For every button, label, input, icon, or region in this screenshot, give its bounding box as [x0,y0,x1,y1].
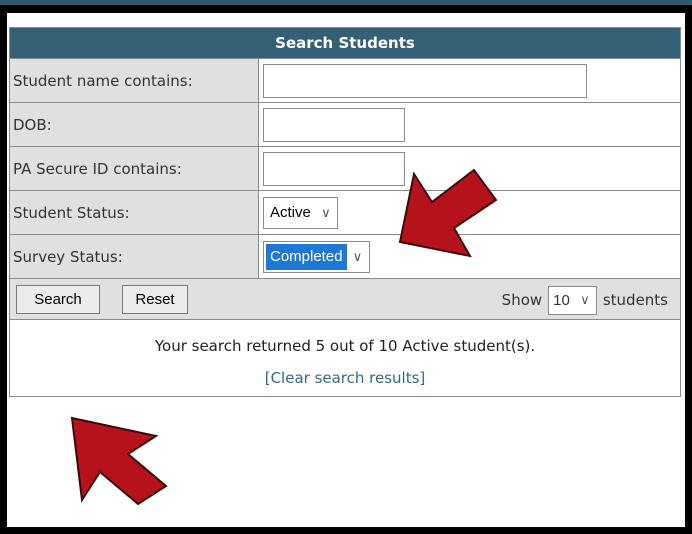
student-status-label: Student Status: [9,190,259,235]
student-status-value: Active [270,203,311,221]
chevron-down-icon: ∨ [352,248,363,264]
show-prefix: Show [501,291,543,309]
form-title: Search Students [9,27,681,59]
show-count-value: 10 [553,291,570,309]
dob-input[interactable] [263,107,405,142]
clear-search-results-link[interactable]: [Clear search results] [265,369,426,387]
chevron-down-icon: ∨ [321,204,331,220]
student-name-label: Student name contains: [9,58,259,103]
show-suffix: students [602,291,668,309]
survey-status-select[interactable]: Completed ∨ [263,240,370,273]
survey-status-label: Survey Status: [9,234,259,279]
dob-label: DOB: [9,102,259,147]
search-button[interactable]: Search [16,285,100,314]
student-name-input[interactable] [263,63,587,98]
top-bar [0,0,692,5]
student-status-select[interactable]: Active ∨ [263,196,338,229]
pa-secure-id-label: PA Secure ID contains: [9,146,259,191]
chevron-down-icon: ∨ [580,292,590,307]
survey-status-value: Completed [266,243,347,270]
pa-secure-id-input[interactable] [263,151,405,186]
result-message: Your search returned 5 out of 10 Active … [154,337,536,355]
show-count-select[interactable]: 10 ∨ [548,285,597,315]
reset-button[interactable]: Reset [122,285,188,314]
result-area: Your search returned 5 out of 10 Active … [9,319,681,397]
show-count-control: Show 10 ∨ students [502,285,668,315]
button-row: Search Reset Show 10 ∨ students [9,278,681,320]
search-students-form: Search Students Student name contains: D… [9,27,681,397]
